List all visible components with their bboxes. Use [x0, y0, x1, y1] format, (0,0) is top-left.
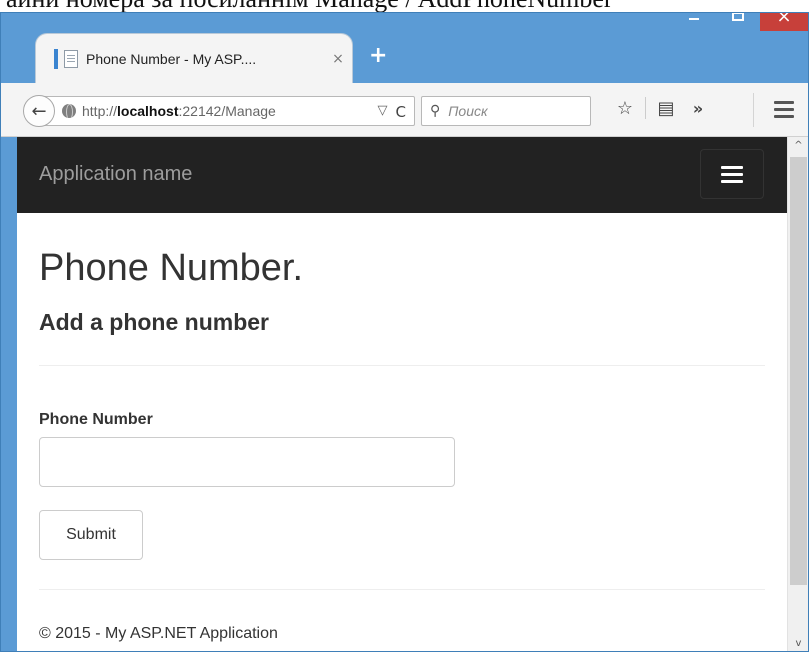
page-title: Phone Number. — [39, 247, 304, 289]
tab-phone-number[interactable]: Phone Number - My ASP.... × — [35, 33, 353, 83]
address-actions: ▽ C — [378, 103, 406, 121]
overflow-chevron-icon[interactable]: » — [682, 99, 714, 118]
browser-window: Phone Number - My ASP.... × + × http:// … — [0, 12, 809, 652]
hamburger-menu-icon[interactable] — [774, 101, 794, 122]
search-icon: ⚲ — [430, 103, 441, 119]
scroll-down-icon[interactable]: v — [788, 635, 808, 651]
close-tab-icon[interactable]: × — [324, 51, 352, 67]
tab-title: Phone Number - My ASP.... — [86, 50, 257, 67]
search-placeholder: Поиск — [448, 103, 488, 119]
search-bar[interactable]: ⚲ Поиск — [421, 96, 591, 126]
address-bar[interactable]: http:// localhost :22142/Manage ▽ C — [43, 96, 415, 126]
menu-line — [774, 108, 794, 111]
brand-link[interactable]: Application name — [39, 163, 192, 186]
vertical-scrollbar[interactable]: ^ v — [787, 137, 808, 651]
menu-line — [774, 101, 794, 104]
page-viewport: Application name Phone Number. Add a pho… — [17, 137, 787, 651]
minimize-button[interactable] — [672, 13, 716, 31]
new-tab-button[interactable]: + — [369, 43, 387, 68]
scrollbar-thumb[interactable] — [790, 157, 807, 585]
navigation-toolbar: http:// localhost :22142/Manage ▽ C ← ⚲ … — [1, 83, 808, 137]
history-dropdown-icon[interactable]: ▽ — [378, 103, 388, 121]
phone-number-label: Phone Number — [39, 411, 153, 428]
toolbar-icons: ☆ ▤ » — [609, 97, 714, 119]
url-path: :22142/Manage — [178, 103, 276, 119]
scroll-up-icon[interactable]: ^ — [788, 137, 808, 155]
toggle-bar-icon — [721, 172, 743, 176]
menu-line — [774, 115, 794, 118]
document-fragment: аини номера за посиланнім Manage / AddPh… — [0, 0, 809, 12]
maximize-icon — [732, 13, 744, 21]
toggle-bar-icon — [721, 165, 743, 169]
reading-list-icon[interactable]: ▤ — [650, 98, 682, 119]
page-subtitle: Add a phone number — [39, 309, 269, 335]
submit-button[interactable]: Submit — [39, 510, 143, 560]
close-icon: × — [776, 12, 792, 27]
back-arrow-icon: ← — [31, 100, 47, 122]
caption-buttons: × — [672, 12, 808, 35]
page-icon — [64, 49, 78, 68]
url-scheme: http:// — [82, 103, 118, 119]
toolbar-separator — [645, 97, 646, 119]
site-navbar: Application name — [17, 137, 787, 213]
globe-icon — [62, 104, 76, 118]
maximize-button[interactable] — [716, 13, 760, 31]
toggle-bar-icon — [721, 179, 743, 183]
reload-icon[interactable]: C — [396, 103, 406, 121]
tab-accent — [54, 48, 58, 69]
url-host: localhost — [117, 103, 179, 119]
document-text: аини номера за посиланнім Manage / AddPh… — [6, 0, 613, 12]
close-window-button[interactable]: × — [760, 12, 808, 31]
footer-divider — [39, 589, 765, 590]
phone-number-input[interactable] — [39, 437, 455, 487]
toolbar-divider — [753, 93, 754, 127]
footer-copyright: © 2015 - My ASP.NET Application — [39, 625, 278, 642]
divider — [39, 365, 765, 366]
back-button[interactable]: ← — [23, 95, 55, 127]
bookmark-star-icon[interactable]: ☆ — [609, 98, 641, 119]
navbar-toggle-button[interactable] — [700, 149, 764, 199]
minimize-icon — [689, 18, 699, 20]
